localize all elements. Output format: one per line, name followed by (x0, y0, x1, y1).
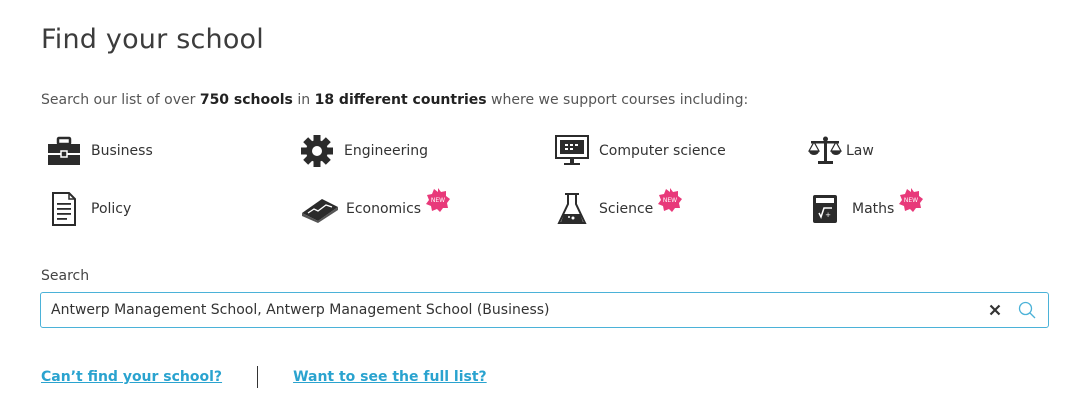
subject-science: Science NEW (555, 188, 683, 227)
subject-engineering: Engineering (300, 133, 428, 169)
intro-middle: in (292, 92, 315, 108)
subject-economics: Economics NEW (300, 188, 451, 227)
subject-computer-science: Computer science (555, 133, 726, 169)
subject-label: Computer science (599, 143, 726, 159)
search-button[interactable] (1016, 299, 1038, 321)
calculator-icon: + (808, 192, 842, 226)
svg-text:NEW: NEW (431, 197, 445, 204)
new-badge: NEW (425, 187, 451, 213)
new-badge: NEW (898, 187, 924, 213)
subject-label: Science (599, 201, 654, 217)
intro-countries-count: 18 different countries (314, 92, 487, 108)
svg-text:NEW: NEW (663, 197, 677, 204)
close-icon (989, 304, 1001, 316)
computer-monitor-icon (555, 134, 589, 168)
subject-label: Policy (91, 201, 132, 217)
subject-label: Engineering (344, 143, 428, 159)
book-chart-icon (300, 192, 340, 226)
intro-suffix: where we support courses including: (486, 92, 749, 108)
gear-icon (300, 134, 334, 168)
subject-policy: Policy (47, 191, 131, 227)
intro-prefix: Search our list of over (41, 92, 200, 108)
subject-label: Economics (346, 201, 422, 217)
page-title: Find your school (41, 24, 264, 55)
subject-label: Maths (852, 201, 895, 217)
flask-icon (555, 192, 589, 226)
document-icon (47, 192, 81, 226)
subject-business: Business (47, 133, 153, 169)
subject-law: Law (808, 133, 874, 169)
subject-list: Business Engineering Computer science La… (41, 131, 1041, 241)
cant-find-school-link[interactable]: Can’t find your school? (41, 369, 222, 385)
search-label: Search (41, 268, 90, 284)
svg-text:NEW: NEW (904, 197, 918, 204)
search-input[interactable] (41, 293, 984, 327)
clear-button[interactable] (984, 299, 1006, 321)
subject-label: Business (91, 143, 153, 159)
full-list-link[interactable]: Want to see the full list? (293, 369, 487, 385)
briefcase-icon (47, 134, 81, 168)
intro-text: Search our list of over 750 schools in 1… (41, 92, 748, 108)
scales-icon (808, 134, 842, 168)
intro-schools-count: 750 schools (199, 92, 293, 108)
link-divider (257, 366, 259, 388)
subject-maths: + Maths NEW (808, 188, 924, 227)
new-badge: NEW (657, 187, 683, 213)
search-box (40, 292, 1049, 328)
svg-text:+: + (825, 211, 831, 219)
subject-label: Law (846, 143, 874, 159)
help-links: Can’t find your school? Want to see the … (41, 366, 487, 388)
search-icon (1018, 301, 1036, 319)
